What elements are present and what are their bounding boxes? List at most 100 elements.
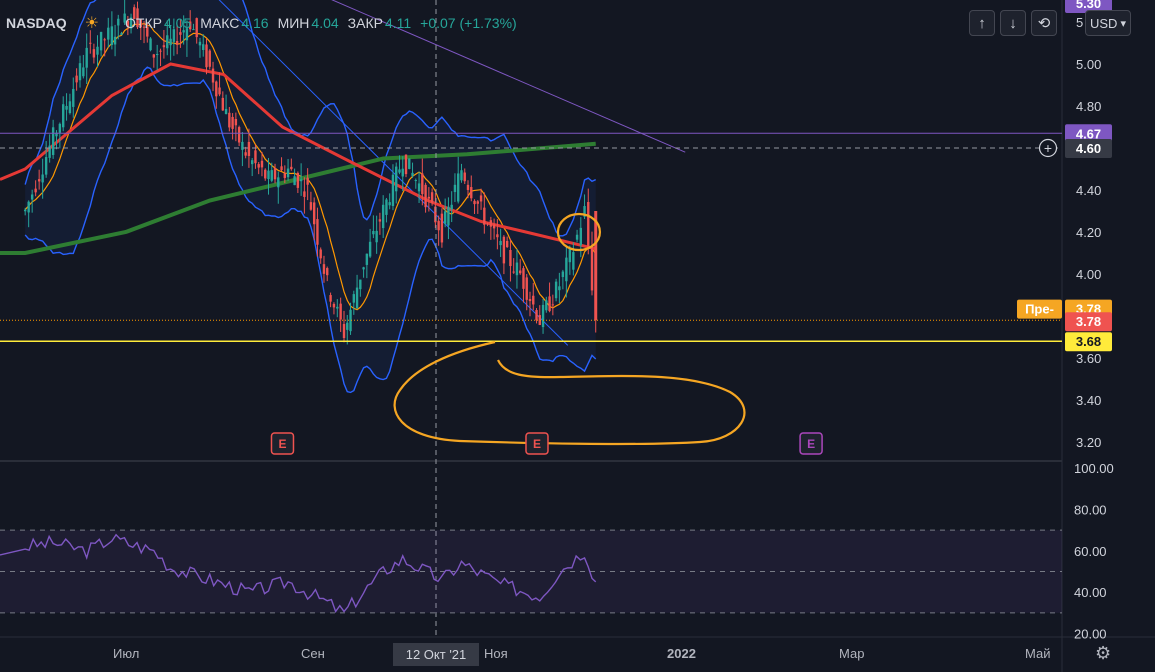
candle-body bbox=[250, 160, 254, 165]
last-price-tag: 3.78 bbox=[1076, 314, 1101, 329]
candle-body bbox=[215, 81, 218, 97]
ohlc-legend: NASDAQ ☀ ОТКР 4.05 МАКС 4.16 МИН 4.04 ЗАКР 4… bbox=[0, 8, 526, 38]
time-label-mar: Мар bbox=[839, 646, 865, 661]
candle-body bbox=[175, 41, 179, 45]
candle-body bbox=[211, 68, 215, 83]
price-chart[interactable]: E E E 5.00 4.80 4.40 4.20 4.00 3.60 3.40 3.20 100.0… bbox=[0, 0, 1155, 672]
candle-body bbox=[85, 47, 88, 68]
candle-body bbox=[23, 209, 27, 212]
time-label-may: Май bbox=[1025, 646, 1051, 661]
candle-body bbox=[312, 202, 316, 225]
candle-body bbox=[75, 75, 78, 83]
symbol-label[interactable]: NASDAQ bbox=[6, 15, 67, 31]
gear-icon[interactable]: ⚙ bbox=[1095, 643, 1111, 664]
candle-body bbox=[205, 44, 208, 68]
price-tick-label: 4.00 bbox=[1076, 267, 1101, 282]
candle-body bbox=[408, 158, 411, 169]
candle-body bbox=[316, 219, 319, 245]
candle-body bbox=[587, 202, 590, 248]
candle-body bbox=[326, 268, 329, 276]
premarket-label-tag: Пре- bbox=[1025, 302, 1054, 317]
candle-body bbox=[221, 97, 225, 111]
candle-body bbox=[473, 200, 476, 205]
low-value: 4.04 bbox=[311, 15, 339, 31]
chevron-down-icon: ▾ bbox=[1120, 17, 1126, 30]
candle-body bbox=[30, 194, 34, 200]
candle-body bbox=[162, 45, 166, 48]
candle-body bbox=[155, 53, 159, 56]
candle-body bbox=[372, 230, 375, 235]
arrow-down-icon[interactable]: ↓ bbox=[1000, 10, 1026, 36]
currency-select[interactable]: USD ▾ bbox=[1085, 10, 1131, 36]
rsi-tick-label: 40.00 bbox=[1074, 585, 1107, 600]
high-label: МАКС bbox=[200, 15, 240, 31]
candle-body bbox=[96, 46, 99, 55]
candle-body bbox=[411, 172, 414, 176]
candle-body bbox=[496, 234, 499, 238]
candle-body bbox=[359, 279, 362, 290]
arrow-up-icon[interactable]: ↑ bbox=[969, 10, 995, 36]
candle-body bbox=[270, 170, 273, 181]
earnings-e-icon-letter: E bbox=[278, 437, 286, 451]
candle-body bbox=[375, 230, 378, 243]
candle-body bbox=[208, 50, 211, 67]
candle-body bbox=[579, 227, 583, 246]
candle-body bbox=[322, 264, 326, 274]
candle-body bbox=[391, 174, 395, 207]
candle-body bbox=[309, 202, 313, 210]
candle-body bbox=[502, 236, 506, 264]
close-label: ЗАКР bbox=[347, 15, 383, 31]
candle-body bbox=[198, 41, 202, 46]
candle-body bbox=[509, 249, 512, 267]
candle-body bbox=[395, 166, 398, 192]
candle-body bbox=[65, 105, 68, 110]
candle-body bbox=[492, 224, 496, 229]
low-label: МИН bbox=[277, 15, 310, 31]
candle-body bbox=[224, 108, 228, 114]
candle-body bbox=[545, 300, 548, 311]
candle-body bbox=[486, 223, 489, 225]
candle-body bbox=[535, 310, 538, 321]
candle-body bbox=[532, 295, 535, 305]
price-tick-label: 4.40 bbox=[1076, 183, 1101, 198]
candle-body bbox=[355, 287, 359, 309]
candle-body bbox=[293, 176, 296, 186]
open-label: ОТКР bbox=[125, 15, 162, 31]
loop-icon[interactable]: ⟲ bbox=[1031, 10, 1057, 36]
candle-body bbox=[283, 173, 287, 178]
candle-body bbox=[525, 277, 528, 300]
candle-body bbox=[237, 127, 241, 143]
rsi-tick-label: 60.00 bbox=[1074, 544, 1107, 559]
candle-body bbox=[368, 241, 372, 257]
candle-body bbox=[332, 303, 336, 308]
price-tick-label: 3.60 bbox=[1076, 351, 1101, 366]
candle-body bbox=[528, 298, 532, 302]
candle-body bbox=[48, 145, 51, 158]
candle-body bbox=[78, 63, 82, 81]
candle-body bbox=[447, 206, 450, 226]
candle-body bbox=[303, 191, 306, 197]
plus-icon-glyph: + bbox=[1044, 140, 1052, 156]
rsi-tick-label: 80.00 bbox=[1074, 502, 1107, 517]
candle-body bbox=[476, 201, 479, 204]
candle-body bbox=[404, 154, 408, 175]
candle-body bbox=[62, 104, 65, 128]
candle-body bbox=[37, 179, 41, 182]
candle-body bbox=[336, 306, 339, 309]
candle-body bbox=[565, 257, 568, 282]
candle-body-last bbox=[594, 211, 598, 321]
candle-body bbox=[414, 180, 417, 182]
candle-body bbox=[479, 195, 483, 202]
time-label-sep: Сен bbox=[301, 646, 325, 661]
currency-label: USD bbox=[1090, 15, 1118, 31]
candle-body bbox=[427, 196, 431, 199]
candle-body bbox=[319, 249, 322, 259]
close-value: 4.11 bbox=[384, 15, 412, 31]
time-label-nov: Ноя bbox=[484, 646, 508, 661]
candle-body bbox=[515, 262, 519, 276]
candle-body bbox=[152, 54, 156, 58]
candle-body bbox=[267, 170, 270, 180]
candle-body bbox=[381, 204, 385, 229]
candle-body bbox=[273, 167, 277, 180]
candle-body bbox=[572, 252, 575, 270]
